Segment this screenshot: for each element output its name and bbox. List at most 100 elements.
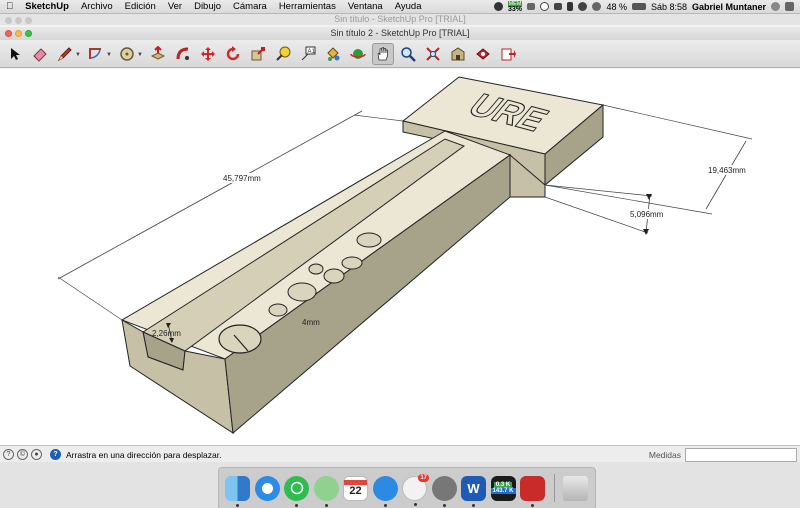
- running-indicator: [324, 503, 328, 507]
- text-tool-button[interactable]: A1: [297, 43, 319, 65]
- minimize-button[interactable]: [15, 30, 22, 37]
- apple-menu-icon[interactable]: : [0, 1, 19, 12]
- arrowhead: [646, 194, 652, 200]
- screen-icon[interactable]: [527, 3, 536, 10]
- app-menu[interactable]: SketchUp: [19, 1, 75, 12]
- clock-app-icon[interactable]: 17: [402, 473, 429, 506]
- zoom-button[interactable]: [25, 17, 32, 24]
- wifi-icon[interactable]: [578, 2, 588, 11]
- menu-camara[interactable]: Cámara: [227, 1, 273, 12]
- running-indicator: [295, 503, 298, 507]
- window-titlebar[interactable]: Sin título 2 - SketchUp Pro [TRIAL]: [0, 27, 800, 40]
- length-dimension[interactable]: 45,797mm: [223, 174, 261, 183]
- zoom-extents-tool-button[interactable]: [422, 43, 444, 65]
- credits-icon[interactable]: ©: [17, 449, 28, 460]
- pencil-tool-button[interactable]: ▼: [54, 43, 81, 65]
- menu-ventana[interactable]: Ventana: [342, 1, 389, 12]
- checkmark-icon[interactable]: [493, 2, 503, 11]
- chevron-down-icon[interactable]: ▼: [137, 52, 143, 58]
- search-icon[interactable]: [771, 2, 780, 11]
- finder-app-icon[interactable]: [225, 475, 250, 507]
- hole[interactable]: [323, 268, 345, 284]
- extension-line: [353, 114, 404, 122]
- help-icon[interactable]: ?: [50, 449, 61, 460]
- height-dimension[interactable]: 5,096mm: [630, 210, 664, 219]
- zoom-extents-icon: [426, 46, 440, 61]
- follow-me-icon: [176, 47, 189, 60]
- extension-warehouse-button[interactable]: [472, 43, 494, 65]
- tape-measure-icon: [276, 46, 291, 61]
- trash-icon[interactable]: [562, 475, 588, 501]
- layout-send-button[interactable]: [497, 43, 519, 65]
- whatsapp-app-icon[interactable]: [284, 475, 309, 507]
- measurements-input[interactable]: [685, 447, 797, 462]
- zoom-button[interactable]: [25, 30, 32, 37]
- model-canvas[interactable]: URE 45,797mm 19,463mm 5,096mm 2,26mm 4mm: [0, 69, 800, 445]
- scale-icon: [251, 46, 265, 60]
- app-store-icon[interactable]: [372, 475, 398, 507]
- close-button[interactable]: [5, 30, 12, 37]
- safari-app-icon[interactable]: [254, 475, 280, 501]
- shapes-tool-button[interactable]: ▼: [85, 43, 112, 65]
- messages-icon[interactable]: [554, 3, 563, 10]
- close-button[interactable]: [5, 17, 12, 24]
- width-dimension[interactable]: 19,463mm: [708, 166, 746, 175]
- sketchup-app-icon[interactable]: [520, 475, 545, 507]
- 3d-viewport[interactable]: URE 45,797mm 19,463mm 5,096mm 2,26mm 4mm: [0, 69, 800, 445]
- clock[interactable]: Sáb 8:58: [651, 2, 687, 12]
- menu-dibujo[interactable]: Dibujo: [188, 1, 227, 12]
- battery-icon[interactable]: [631, 3, 646, 10]
- hole[interactable]: [218, 324, 262, 354]
- paint-bucket-icon: [327, 46, 340, 61]
- menu-herramientas[interactable]: Herramientas: [273, 1, 342, 12]
- status-hint: Arrastra en una dirección para desplazar…: [66, 449, 222, 460]
- hole[interactable]: [308, 263, 324, 275]
- word-app-icon[interactable]: W: [461, 475, 486, 507]
- dock-divider: [553, 474, 555, 502]
- menu-ver[interactable]: Ver: [162, 1, 188, 12]
- paint-bucket-tool-button[interactable]: [322, 43, 344, 65]
- hole-dimension[interactable]: 4mm: [302, 318, 320, 327]
- user-account-icon[interactable]: ●: [31, 449, 42, 460]
- push-pull-tool-button[interactable]: [147, 43, 169, 65]
- hole[interactable]: [341, 256, 363, 270]
- calendar-app-icon[interactable]: 22: [343, 475, 368, 501]
- move-tool-button[interactable]: [197, 43, 219, 65]
- menu-archivo[interactable]: Archivo: [75, 1, 119, 12]
- sketchup-alt-app-icon[interactable]: [313, 475, 339, 507]
- tape-measure-tool-button[interactable]: [272, 43, 294, 65]
- geo-location-icon[interactable]: ?: [3, 449, 14, 460]
- memory-monitor[interactable]: MEM 33%: [507, 0, 523, 13]
- follow-me-tool-button[interactable]: [172, 43, 194, 65]
- orbit-tool-button[interactable]: [347, 43, 369, 65]
- menu-ayuda[interactable]: Ayuda: [389, 1, 428, 12]
- battery-percent[interactable]: 48 %: [606, 2, 627, 12]
- chevron-down-icon[interactable]: ▼: [106, 52, 112, 58]
- hole[interactable]: [287, 282, 317, 302]
- move-arrows-icon: [201, 46, 215, 61]
- zoom-tool-button[interactable]: [397, 43, 419, 65]
- volume-icon[interactable]: [592, 2, 602, 11]
- system-preferences-icon[interactable]: [431, 475, 457, 507]
- rotate-circle-tool-button[interactable]: ▼: [116, 43, 143, 65]
- slot-dimension[interactable]: 2,26mm: [152, 329, 181, 338]
- background-window-titlebar[interactable]: Sin título - SketchUp Pro [TRIAL]: [0, 14, 800, 25]
- scale-tool-button[interactable]: [247, 43, 269, 65]
- menu-edicion[interactable]: Edición: [119, 1, 162, 12]
- hole[interactable]: [356, 232, 382, 248]
- pan-tool-button[interactable]: [372, 42, 394, 65]
- text-label-icon: A1: [301, 46, 316, 60]
- network-monitor-icon[interactable]: 0.3 K 143.7 K: [490, 475, 516, 501]
- 3d-warehouse-button[interactable]: [447, 43, 469, 65]
- eraser-tool-button[interactable]: [29, 43, 51, 65]
- user-name[interactable]: Gabriel Muntaner: [692, 2, 766, 12]
- rotate-tool-button[interactable]: [222, 43, 244, 65]
- time-machine-icon[interactable]: [540, 2, 550, 11]
- menu-list-icon[interactable]: [785, 2, 794, 11]
- bluetooth-icon[interactable]: [567, 2, 574, 11]
- running-indicator: [472, 503, 475, 507]
- hole[interactable]: [268, 303, 288, 317]
- minimize-button[interactable]: [15, 17, 22, 24]
- chevron-down-icon[interactable]: ▼: [75, 52, 81, 58]
- select-tool-button[interactable]: [4, 43, 26, 65]
